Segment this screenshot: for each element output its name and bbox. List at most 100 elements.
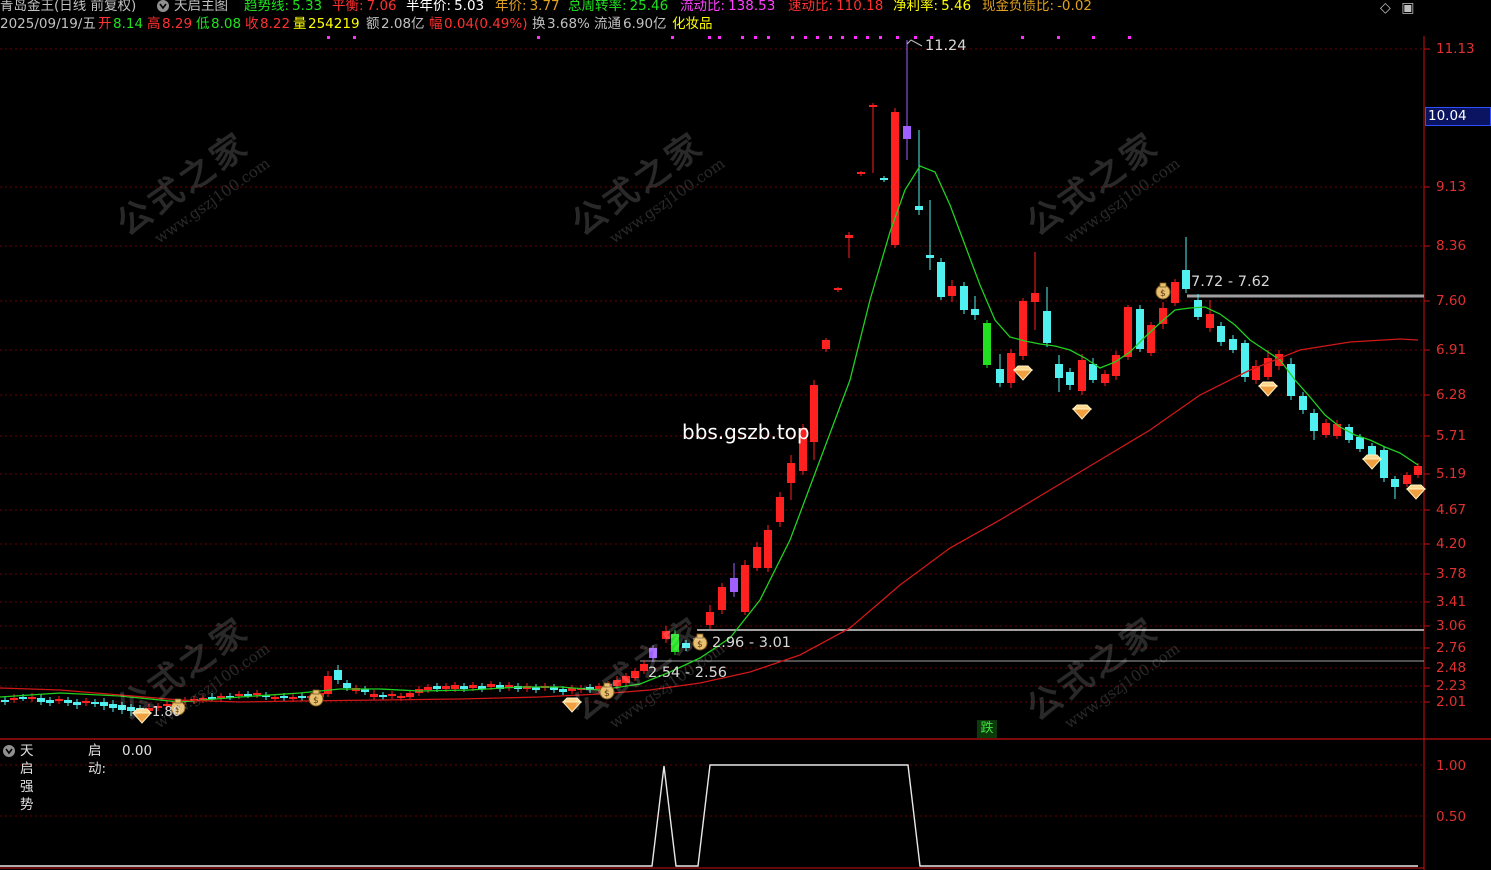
candle-body	[433, 686, 441, 689]
price-tick-label: 3.78	[1436, 566, 1467, 582]
level-label-lower: 2.54 - 2.56	[648, 665, 728, 681]
candle-body	[28, 697, 36, 699]
signal-dot	[841, 36, 844, 39]
signal-dot	[353, 36, 356, 39]
candle-body	[730, 578, 738, 592]
price-tick-label: 6.91	[1436, 342, 1467, 358]
candle-body	[1043, 311, 1051, 343]
candle-body	[1217, 326, 1225, 342]
signal-dot	[791, 36, 794, 39]
candle-body	[996, 369, 1004, 383]
price-tick-label: 2.76	[1436, 640, 1467, 656]
signal-dot	[816, 36, 819, 39]
fall-marker: 跌	[977, 720, 997, 738]
candle-body	[1171, 282, 1179, 303]
candle-body	[1124, 307, 1132, 357]
sub-value-label: 启动:	[88, 743, 107, 777]
sub-axis-label: 0.50	[1436, 809, 1467, 825]
candle-body	[1414, 466, 1422, 475]
candle-body	[46, 700, 54, 703]
signal-dot	[879, 36, 882, 39]
price-tick-label: 9.13	[1436, 179, 1467, 195]
price-tick-label: 5.71	[1436, 428, 1467, 444]
signal-dot	[866, 36, 869, 39]
candle-body	[822, 340, 830, 349]
candle-body	[451, 685, 459, 689]
svg-text:$: $	[1160, 289, 1166, 299]
candle-body	[1229, 339, 1237, 350]
price-tick-label: 6.28	[1436, 387, 1467, 403]
gem-icon	[1012, 365, 1034, 381]
candle-body	[1019, 301, 1027, 356]
signal-dot	[741, 36, 744, 39]
sub-value: 0.00	[122, 743, 153, 759]
candle-body	[55, 699, 63, 701]
signal-dot	[327, 36, 330, 39]
candle-body	[397, 696, 405, 698]
candle-body	[834, 288, 842, 290]
candle-body	[845, 235, 853, 238]
candle-body	[1287, 364, 1295, 396]
candle-body	[64, 700, 72, 703]
signal-dot	[914, 36, 917, 39]
candle-body	[741, 565, 749, 612]
candle-body	[1194, 300, 1202, 317]
sub-indicator-name[interactable]: 天启强势	[20, 742, 34, 814]
candle-body	[19, 697, 27, 699]
signal-dot	[671, 36, 674, 39]
price-tick-label: 2.01	[1436, 694, 1467, 710]
price-tick-label: 2.23	[1436, 678, 1467, 694]
candle-body	[379, 695, 387, 697]
candle-body	[1, 700, 9, 702]
collapse-icon[interactable]	[2, 742, 16, 765]
candle-body	[960, 286, 968, 310]
signal-dot	[767, 36, 770, 39]
signal-dot	[896, 36, 899, 39]
candle-body	[1299, 396, 1307, 410]
price-tick-label: 2.48	[1436, 660, 1467, 676]
price-tick-label: 4.67	[1436, 502, 1467, 518]
signal-dot	[1021, 36, 1024, 39]
candle-body	[1159, 308, 1167, 324]
signal-dot	[708, 36, 711, 39]
peak-marker	[906, 39, 923, 47]
candle-body	[810, 385, 818, 442]
candle-body	[718, 587, 726, 610]
candle-body	[1380, 450, 1388, 478]
signal-dot	[537, 36, 540, 39]
candle-body	[37, 698, 45, 702]
candle-body	[370, 694, 378, 697]
gem-icon	[1361, 454, 1383, 470]
price-tick-label: 3.06	[1436, 618, 1467, 634]
candle-body	[298, 696, 306, 698]
candle-body	[1031, 293, 1039, 302]
candle-body	[487, 684, 495, 687]
candle-body	[764, 530, 772, 568]
candle-body	[235, 694, 243, 696]
price-tick-label: 7.60	[1436, 293, 1467, 309]
signal-dot	[804, 36, 807, 39]
current-price-badge: 10.04	[1425, 107, 1491, 126]
price-tick-label: 11.13	[1436, 41, 1475, 57]
price-tick-label: 3.41	[1436, 594, 1467, 610]
gem-icon	[1405, 484, 1427, 500]
gem-icon	[1071, 404, 1093, 420]
candle-body	[1101, 374, 1109, 383]
candle-body	[880, 178, 888, 180]
candle-body	[776, 497, 784, 522]
svg-text:$: $	[313, 696, 319, 706]
candle-body	[1078, 360, 1086, 391]
candle-body	[1112, 355, 1120, 376]
candle-body	[1322, 423, 1330, 435]
price-tick-label: 8.36	[1436, 238, 1467, 254]
candle-body	[915, 206, 923, 210]
candle-body	[948, 286, 956, 296]
candle-body	[1089, 364, 1097, 380]
candle-body	[857, 172, 865, 174]
candle-body	[1136, 309, 1144, 349]
signal-dot	[754, 36, 757, 39]
candle-body	[280, 696, 288, 698]
candle-body	[289, 697, 297, 699]
candle-body	[983, 323, 991, 365]
candle-body	[1066, 372, 1074, 385]
